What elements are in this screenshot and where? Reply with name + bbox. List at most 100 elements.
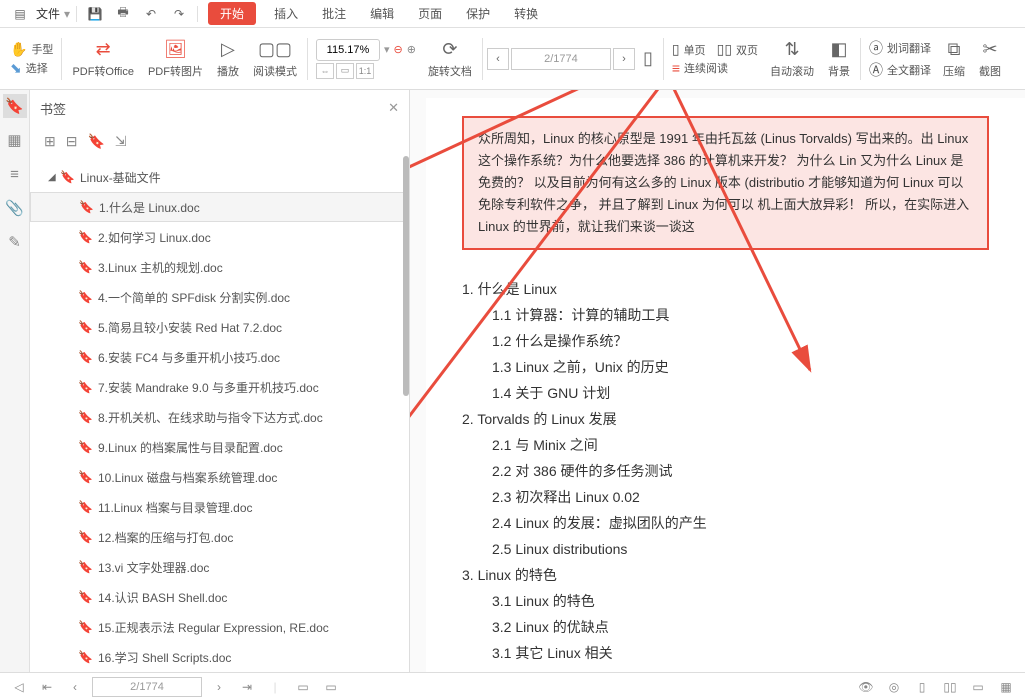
toc-entry: 1.2 什么是操作系统？ <box>492 328 989 354</box>
tree-item[interactable]: 🔖9.Linux 的档案属性与目录配置.doc <box>30 432 409 462</box>
rotate-button[interactable]: ⟳旋转文档 <box>422 37 478 81</box>
close-icon[interactable]: ✕ <box>388 100 399 116</box>
bookmark-item-icon: 🔖 <box>78 500 92 514</box>
page-input-top[interactable] <box>511 48 611 70</box>
tree-item[interactable]: 🔖4.一个简单的 SPFdisk 分割实例.doc <box>30 282 409 312</box>
tree-item-label: 13.vi 文字处理器.doc <box>98 559 209 576</box>
tree-item[interactable]: 🔖16.学习 Shell Scripts.doc <box>30 642 409 672</box>
tab-insert[interactable]: 插入 <box>264 2 308 25</box>
bookmark-icon[interactable]: 🔖 <box>3 94 27 118</box>
sidebar-title: 书签 <box>40 99 66 118</box>
tree-item[interactable]: 🔖13.vi 文字处理器.doc <box>30 552 409 582</box>
view3-icon[interactable]: ▭ <box>967 680 989 694</box>
tree-root[interactable]: ◢ 🔖 Linux-基础文件 <box>30 162 409 192</box>
prev-page-button[interactable]: ‹ <box>487 48 509 70</box>
toc-entry: 2.4 Linux 的发展：虚拟团队的产生 <box>492 510 989 536</box>
tree-item-label: 4.一个简单的 SPFdisk 分割实例.doc <box>98 289 290 306</box>
target-icon[interactable]: ◎ <box>883 680 905 694</box>
collapse-panel-icon[interactable]: ◁ <box>8 680 30 694</box>
view4-icon[interactable]: ▦ <box>995 680 1017 694</box>
expand-left-icon[interactable]: ▭ <box>292 680 314 694</box>
chevron-down-icon[interactable]: ▾ <box>384 43 390 56</box>
remove-bookmark-icon[interactable]: ⊟ <box>66 133 78 150</box>
page-input-bottom[interactable] <box>92 677 202 697</box>
redo-icon[interactable]: ↷ <box>167 2 191 26</box>
auto-scroll[interactable]: ⇅自动滚动 <box>764 37 820 81</box>
pdf-to-image[interactable]: 🖼PDF转图片 <box>142 37 209 81</box>
add-bookmark-icon[interactable]: ⊞ <box>44 133 56 150</box>
layout-toggle[interactable]: ▯ <box>637 46 659 72</box>
expand-icon[interactable]: ⇲ <box>115 133 127 150</box>
zoom-out-icon[interactable]: ⊖ <box>394 43 403 56</box>
prev-page-icon[interactable]: ‹ <box>64 680 86 694</box>
last-page-icon[interactable]: ⇥ <box>236 680 258 694</box>
tree-item-label: 5.简易且较小安装 Red Hat 7.2.doc <box>98 319 282 336</box>
zoom-in-icon[interactable]: ⊕ <box>407 43 416 56</box>
expand-right-icon[interactable]: ▭ <box>320 680 342 694</box>
tree-item[interactable]: 🔖15.正规表示法 Regular Expression, RE.doc <box>30 612 409 642</box>
attachment-icon[interactable]: 📎 <box>3 196 27 220</box>
full-translate[interactable]: Ⓐ全文翻译 <box>869 60 931 80</box>
tree-item[interactable]: 🔖14.认识 BASH Shell.doc <box>30 582 409 612</box>
signature-icon[interactable]: ✎ <box>3 230 27 254</box>
zoom-input[interactable] <box>316 39 380 61</box>
undo-icon[interactable]: ↶ <box>139 2 163 26</box>
tree-item-label: 12.档案的压缩与打包.doc <box>98 529 233 546</box>
view2-icon[interactable]: ▯▯ <box>939 680 961 694</box>
pdf-to-office[interactable]: ⇄PDF转Office <box>66 37 140 81</box>
dict-translate[interactable]: ⓐ划词翻译 <box>869 38 931 58</box>
fit-width-icon[interactable]: ⇔ <box>316 63 334 79</box>
tab-protect[interactable]: 保护 <box>456 2 500 25</box>
tree-item-label: 1.什么是 Linux.doc <box>99 199 200 216</box>
print-icon[interactable]: 🖶 <box>111 2 135 26</box>
bookmark-item-icon: 🔖 <box>78 410 92 424</box>
view1-icon[interactable]: ▯ <box>911 680 933 694</box>
tab-start[interactable]: 开始 <box>208 2 256 25</box>
toc-entry: 2.3 初次释出 Linux 0.02 <box>492 484 989 510</box>
zoom-presets: ⇔ ▭ 1:1 <box>316 63 416 79</box>
tree-item[interactable]: 🔖10.Linux 磁盘与档案系统管理.doc <box>30 462 409 492</box>
tree-item[interactable]: 🔖 8.开机关机、在线求助与指令下达方式.doc <box>30 402 409 432</box>
tree-item-label: 8.开机关机、在线求助与指令下达方式.doc <box>98 409 323 426</box>
tree-item[interactable]: 🔖7.安装 Mandrake 9.0 与多重开机技巧.doc <box>30 372 409 402</box>
app-menu-icon[interactable]: ▤ <box>8 2 32 26</box>
play-button[interactable]: ▷播放 <box>211 37 245 81</box>
next-page-button[interactable]: › <box>613 48 635 70</box>
tree-item[interactable]: 🔖3.Linux 主机的规划.doc <box>30 252 409 282</box>
bookmark-item-icon: 🔖 <box>78 320 92 334</box>
tree-item[interactable]: 🔖1.什么是 Linux.doc <box>30 192 409 222</box>
file-menu[interactable]: 文件 <box>36 5 60 22</box>
read-mode[interactable]: ▢▢阅读模式 <box>247 37 303 81</box>
toc-entry: 2.2 对 386 硬件的多任务测试 <box>492 458 989 484</box>
tree-item[interactable]: 🔖11.Linux 档案与目录管理.doc <box>30 492 409 522</box>
tree-item[interactable]: 🔖6.安装 FC4 与多重开机小技巧.doc <box>30 342 409 372</box>
continuous-read[interactable]: ≡连续阅读 <box>672 60 758 76</box>
bookmark-item-icon: 🔖 <box>60 170 74 184</box>
scrollbar[interactable] <box>403 156 409 396</box>
screenshot[interactable]: ✂截图 <box>973 37 1007 81</box>
tree-item[interactable]: 🔖 5.简易且较小安装 Red Hat 7.2.doc <box>30 312 409 342</box>
fit-page-icon[interactable]: ▭ <box>336 63 354 79</box>
tab-edit[interactable]: 编辑 <box>360 2 404 25</box>
tab-page[interactable]: 页面 <box>408 2 452 25</box>
outline-icon[interactable]: ≡ <box>3 162 27 186</box>
actual-size-icon[interactable]: 1:1 <box>356 63 374 79</box>
tab-convert[interactable]: 转换 <box>504 2 548 25</box>
first-page-icon[interactable]: ⇤ <box>36 680 58 694</box>
bookmark-ribbon-icon[interactable]: 🔖 <box>87 133 104 150</box>
background[interactable]: ◧背景 <box>822 37 856 81</box>
select-tool[interactable]: ⬊选择 <box>10 60 53 77</box>
thumbnail-icon[interactable]: ▦ <box>3 128 27 152</box>
tree-item[interactable]: 🔖2.如何学习 Linux.doc <box>30 222 409 252</box>
compress[interactable]: ⧉压缩 <box>937 37 971 81</box>
hand-tool[interactable]: ✋手型 <box>10 41 53 58</box>
tree-item-label: 14.认识 BASH Shell.doc <box>98 589 227 606</box>
page: 众所周知，Linux 的核心原型是 1991 年由托瓦兹 (Linus Torv… <box>426 98 1025 672</box>
save-icon[interactable]: 💾 <box>83 2 107 26</box>
document-view[interactable]: 众所周知，Linux 的核心原型是 1991 年由托瓦兹 (Linus Torv… <box>410 90 1025 672</box>
single-page[interactable]: ▯单页 ▯▯双页 <box>672 41 758 58</box>
tree-item[interactable]: 🔖12.档案的压缩与打包.doc <box>30 522 409 552</box>
tab-annotate[interactable]: 批注 <box>312 2 356 25</box>
eye-icon[interactable]: 👁 <box>855 680 877 694</box>
next-page-icon[interactable]: › <box>208 680 230 694</box>
